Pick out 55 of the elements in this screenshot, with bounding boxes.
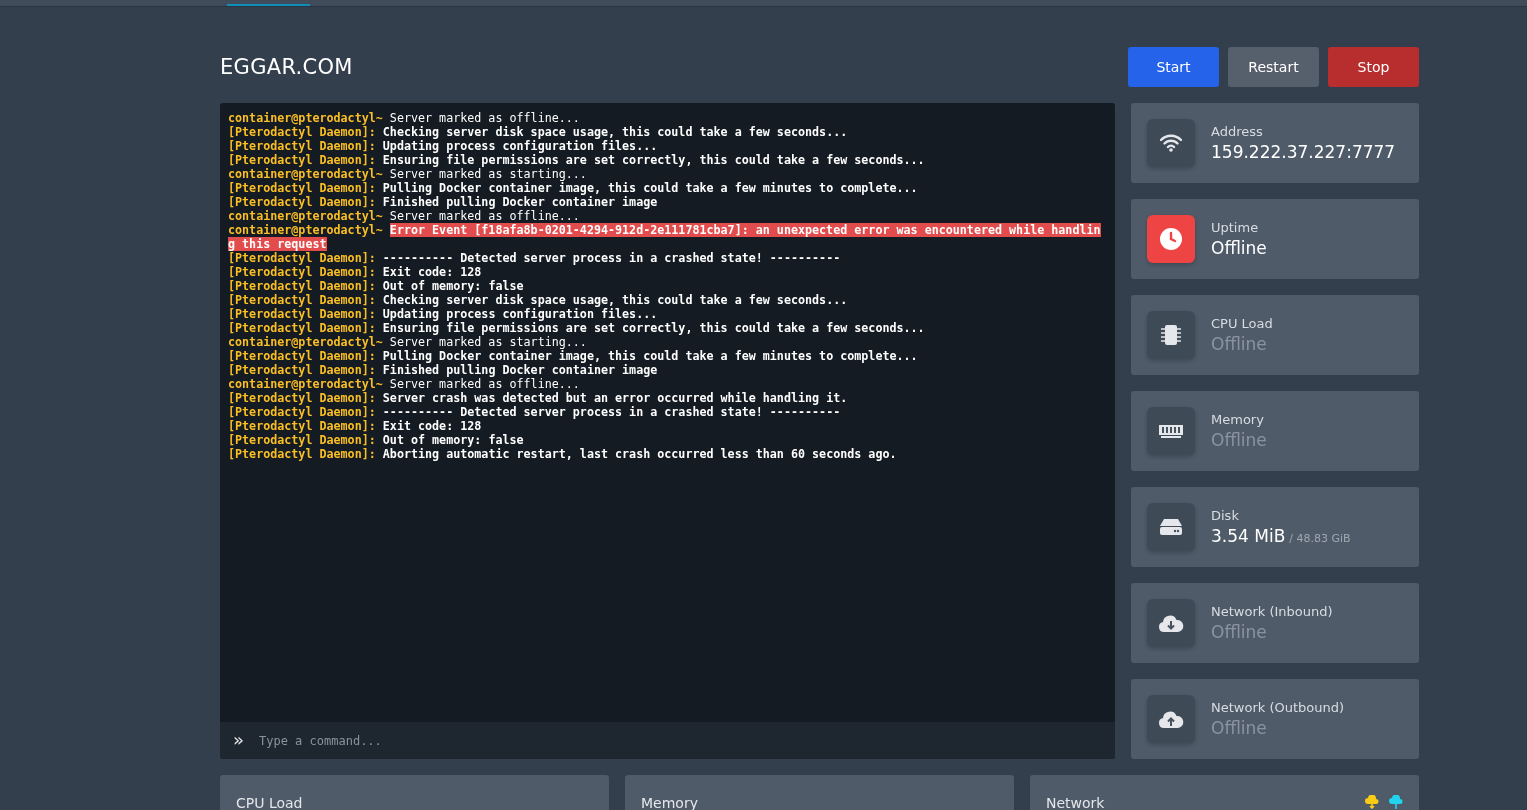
stat-label: Network (Inbound) (1211, 604, 1333, 619)
cloud-upload-icon (1158, 709, 1184, 729)
stat-value: 3.54 MiB (1211, 526, 1286, 546)
console-line: [Pterodactyl Daemon]: Ensuring file permissions are set correctly, this could take a few seconds... (228, 153, 926, 167)
console-line: [Pterodactyl Daemon]: Finished pulling Docker container image (228, 363, 659, 377)
graph-title: Network (1046, 795, 1105, 810)
console-line: container@pterodactyl~ Server marked as starting... (228, 335, 588, 349)
console-line: [Pterodactyl Daemon]: Aborting automatic restart, last crash occurred less than 60 seconds ago. (228, 447, 898, 461)
cloud-download-icon (1158, 613, 1184, 633)
console-line: [Pterodactyl Daemon]: Server crash was detected but an error occurred while handling it. (228, 391, 849, 405)
power-button[interactable]: Restart (1228, 47, 1319, 87)
console-line: [Pterodactyl Daemon]: Updating process configuration files... (228, 139, 659, 153)
stat-value: Offline (1211, 430, 1267, 450)
power-button[interactable]: Stop (1328, 47, 1419, 87)
console-line: [Pterodactyl Daemon]: Ensuring file permissions are set correctly, this could take a few seconds... (228, 321, 926, 335)
cloud-download-icon (1365, 795, 1379, 809)
server-name: EGGAR.COM (220, 55, 353, 79)
console-line: [Pterodactyl Daemon]: Checking server disk space usage, this could take a few seconds... (228, 125, 849, 139)
stat-value: Offline (1211, 718, 1267, 738)
stat-label: Network (Outbound) (1211, 700, 1345, 715)
memory-icon (1158, 423, 1184, 439)
stat-label: Disk (1211, 508, 1240, 523)
chip-icon (1159, 322, 1183, 348)
console-line: container@pterodactyl~ Server marked as offline... (228, 377, 581, 391)
stat-value: Offline (1211, 238, 1267, 258)
stat-label: Memory (1211, 412, 1265, 427)
console-line: [Pterodactyl Daemon]: Pulling Docker container image, this could take a few minutes to complete... (228, 181, 919, 195)
stat-value: Offline (1211, 622, 1267, 642)
console-line: [Pterodactyl Daemon]: ---------- Detected server process in a crashed state! ---------- (228, 251, 842, 265)
console-line: [Pterodactyl Daemon]: ---------- Detected server process in a crashed state! ---------- (228, 405, 842, 419)
console-line: [Pterodactyl Daemon]: Exit code: 128 (228, 419, 483, 433)
drive-icon (1159, 518, 1183, 536)
prompt-icon: » (233, 731, 244, 749)
console-line: [Pterodactyl Daemon]: Pulling Docker container image, this could take a few minutes to complete... (228, 349, 919, 363)
console-line: [Pterodactyl Daemon]: Checking server disk space usage, this could take a few seconds... (228, 293, 849, 307)
cloud-upload-icon (1389, 795, 1403, 809)
clock-icon (1159, 227, 1183, 251)
console-line: container@pterodactyl~ Server marked as offline... (228, 209, 581, 223)
stat-label: Uptime (1211, 220, 1260, 235)
graph-title: CPU Load (236, 795, 303, 810)
power-button[interactable]: Start (1128, 47, 1219, 87)
console-line: container@pterodactyl~ Server marked as offline... (228, 111, 581, 125)
graph-title: Memory (641, 795, 698, 810)
stat-label: Address (1211, 124, 1264, 139)
wifi-icon (1160, 134, 1182, 152)
stat-limit: / 48.83 GiB (1289, 532, 1351, 545)
console-line: [Pterodactyl Daemon]: Finished pulling Docker container image (228, 195, 659, 209)
console-line: [Pterodactyl Daemon]: Exit code: 128 (228, 265, 483, 279)
console-line: container@pterodactyl~ Server marked as starting... (228, 167, 588, 181)
stat-value: 159.222.37.227:7777 (1211, 142, 1396, 162)
console-line: [Pterodactyl Daemon]: Updating process configuration files... (228, 307, 659, 321)
stat-value: Offline (1211, 334, 1267, 354)
console-line: [Pterodactyl Daemon]: Out of memory: false (228, 279, 525, 293)
console-line: [Pterodactyl Daemon]: Out of memory: false (228, 433, 525, 447)
stat-label: CPU Load (1211, 316, 1273, 331)
